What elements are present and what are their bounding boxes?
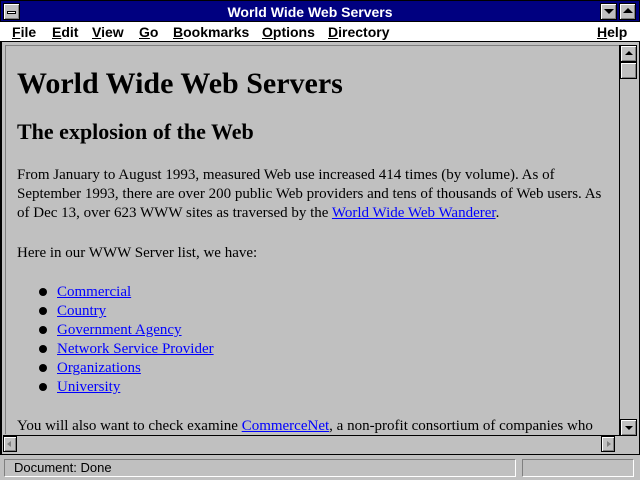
link-organizations[interactable]: Organizations	[57, 360, 141, 376]
arrow-right-icon	[607, 441, 611, 447]
wanderer-link[interactable]: World Wide Web Wanderer	[332, 205, 496, 221]
list-item: Network Service Provider	[17, 340, 214, 359]
page-heading: World Wide Web Servers	[17, 67, 343, 100]
menu-options[interactable]: Options	[262, 23, 315, 41]
bullet-icon	[39, 307, 47, 315]
menu-help[interactable]: Help	[597, 23, 627, 41]
document-view: World Wide Web Servers The explosion of …	[5, 45, 619, 434]
bullet-icon	[39, 383, 47, 391]
scroll-down-button[interactable]	[620, 419, 637, 436]
link-university[interactable]: University	[57, 379, 120, 395]
commercenet-text: You will also want to check examine	[17, 418, 242, 434]
intro-end: .	[495, 205, 500, 221]
window-title: World Wide Web Servers	[227, 4, 393, 20]
progress-indicator	[522, 459, 634, 477]
menu-file[interactable]: File	[12, 23, 36, 41]
link-country[interactable]: Country	[57, 303, 106, 319]
minimize-icon	[604, 9, 614, 14]
menu-bar: File Edit View Go Bookmarks Options Dire…	[0, 22, 640, 42]
intro-text: From January to August 1993, measured We…	[17, 167, 602, 221]
bullet-icon	[39, 288, 47, 296]
commercenet-end: , a non-profit consortium of companies w…	[329, 418, 593, 434]
server-list: Commercial Country Government Agency Net…	[17, 283, 214, 397]
commercenet-paragraph: You will also want to check examine Comm…	[17, 417, 593, 434]
list-item: University	[17, 378, 214, 397]
arrow-left-icon	[7, 441, 11, 447]
scroll-left-button[interactable]	[3, 436, 17, 452]
link-network-service-provider[interactable]: Network Service Provider	[57, 341, 214, 357]
commercenet-link[interactable]: CommerceNet	[242, 418, 329, 434]
bullet-icon	[39, 345, 47, 353]
menu-view[interactable]: View	[92, 23, 124, 41]
link-commercial[interactable]: Commercial	[57, 284, 131, 300]
bullet-icon	[39, 326, 47, 334]
scroll-right-button[interactable]	[601, 436, 615, 452]
maximize-icon	[623, 8, 633, 13]
arrow-down-icon	[625, 426, 633, 430]
content-frame: World Wide Web Servers The explosion of …	[0, 42, 640, 454]
menu-go[interactable]: Go	[139, 23, 158, 41]
status-text: Document: Done	[4, 459, 516, 477]
page-subheading: The explosion of the Web	[17, 119, 254, 144]
vertical-scrollbar[interactable]	[619, 45, 637, 436]
horizontal-scrollbar[interactable]	[3, 435, 619, 452]
list-item: Government Agency	[17, 321, 214, 340]
minimize-button[interactable]	[600, 3, 617, 20]
title-bar: World Wide Web Servers	[0, 0, 640, 22]
scroll-up-button[interactable]	[620, 45, 637, 62]
menu-edit[interactable]: Edit	[52, 23, 78, 41]
link-government-agency[interactable]: Government Agency	[57, 322, 182, 338]
status-bar: Document: Done	[0, 454, 640, 480]
menu-bookmarks[interactable]: Bookmarks	[173, 23, 249, 41]
list-item: Commercial	[17, 283, 214, 302]
server-list-intro: Here in our WWW Server list, we have:	[17, 245, 258, 261]
intro-paragraph: From January to August 1993, measured We…	[17, 166, 612, 223]
bullet-icon	[39, 364, 47, 372]
system-menu-icon	[7, 11, 16, 14]
list-item: Country	[17, 302, 214, 321]
scrollbar-corner	[619, 436, 637, 453]
arrow-up-icon	[625, 51, 633, 55]
menu-directory[interactable]: Directory	[328, 23, 389, 41]
list-item: Organizations	[17, 359, 214, 378]
maximize-button[interactable]	[619, 3, 636, 20]
vertical-scroll-thumb[interactable]	[620, 62, 637, 79]
system-menu-button[interactable]	[3, 3, 20, 20]
